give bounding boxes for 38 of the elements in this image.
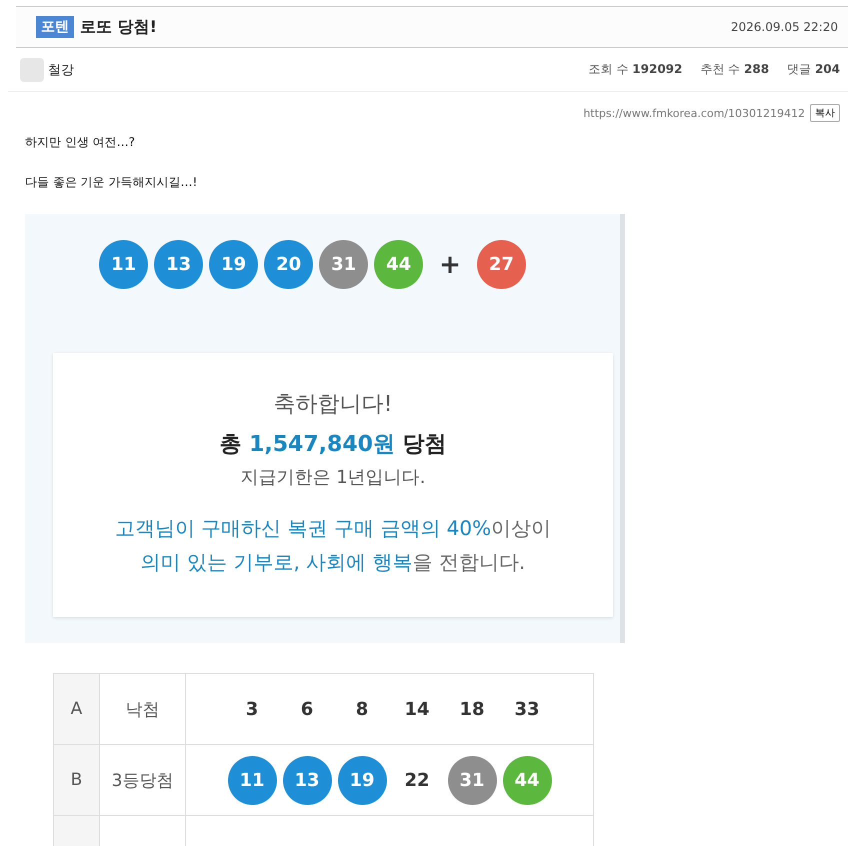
number-ball: 19: [338, 756, 386, 804]
game-number: 3: [244, 698, 260, 720]
copy-button[interactable]: 복사: [810, 104, 840, 122]
number-ball: 27: [476, 240, 526, 289]
post-paragraph: 다들 좋은 기운 가득해지시길…!: [25, 174, 198, 191]
post-stat: 추천 수 288: [700, 61, 770, 78]
game-number: 6: [300, 698, 314, 720]
number-ball: 31: [448, 756, 496, 804]
game-slot-cell: B: [54, 745, 100, 815]
number-ball: 13: [282, 756, 332, 804]
congratulations-text: 축하합니다!: [272, 391, 394, 419]
game-number: 18: [458, 698, 486, 720]
author-name[interactable]: 철강: [48, 60, 571, 78]
plus-sign: +: [439, 250, 461, 280]
game-number: 22: [403, 770, 431, 790]
number-ball: 44: [502, 756, 552, 804]
game-number: 14: [403, 698, 431, 720]
number-ball: 44: [374, 240, 424, 289]
game-number: 33: [513, 698, 541, 720]
number-ball: 13: [154, 240, 204, 289]
number-ball: 11: [99, 240, 148, 289]
deadline-text: 지급기한은 1년입니다.: [240, 466, 426, 489]
post-date: 2026.09.05 22:20: [730, 20, 838, 34]
post-paragraph: 하지만 인생 여전…?: [25, 134, 136, 151]
number-ball: 11: [228, 756, 276, 804]
avatar-placeholder: [20, 58, 44, 82]
post-stat: 댓글 204: [787, 61, 840, 78]
game-slot-cell: A: [54, 674, 100, 744]
number-ball: 31: [319, 240, 368, 289]
post-stat: 조회 수 192092: [588, 61, 682, 78]
prize-amount-text: 총 1,547,840원 당첨: [218, 431, 448, 459]
number-ball: 20: [264, 240, 314, 289]
number-ball: 19: [209, 240, 258, 289]
game-number: 8: [354, 698, 370, 720]
post-url[interactable]: https://www.fmkorea.com/10301219412: [583, 106, 805, 120]
post-title: 로또 당첨!: [80, 16, 158, 38]
category-badge[interactable]: 포텐: [36, 16, 74, 38]
donation-message: 고객님이 구매하신 복권 구매 금액의 40%이상이 의미 있는 기부로, 사회에 행복을 전합니다.: [114, 515, 552, 576]
